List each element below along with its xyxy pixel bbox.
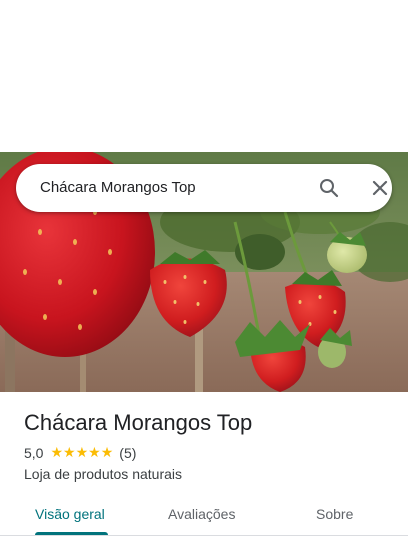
search-bar[interactable]: Chácara Morangos Top [16, 164, 392, 212]
search-input[interactable]: Chácara Morangos Top [40, 178, 196, 198]
close-icon[interactable] [368, 176, 392, 200]
search-icon[interactable] [317, 176, 341, 200]
star-icon: ★ [63, 445, 76, 461]
star-icon: ★ [100, 445, 114, 461]
place-title: Chácara Morangos Top [24, 410, 253, 435]
blank-header-area [0, 0, 408, 152]
rating-row[interactable]: 5,0 ★ ★ ★ ★ ★ (5) [24, 444, 136, 462]
tab-overview[interactable]: Visão geral [35, 505, 105, 523]
tab-about[interactable]: Sobre [316, 505, 353, 523]
review-count-link[interactable]: (5) [119, 445, 136, 461]
rating-value: 5,0 [24, 445, 44, 461]
star-icon: ★ [50, 445, 64, 461]
star-icon: ★ [88, 445, 101, 461]
star-icon: ★ [75, 445, 89, 461]
tabs-divider [0, 535, 408, 536]
place-tabs: Visão geral Avaliações Sobre [0, 494, 408, 536]
star-rating: ★ ★ ★ ★ ★ [50, 446, 113, 460]
tab-reviews[interactable]: Avaliações [168, 505, 235, 523]
place-category: Loja de produtos naturais [24, 466, 182, 482]
